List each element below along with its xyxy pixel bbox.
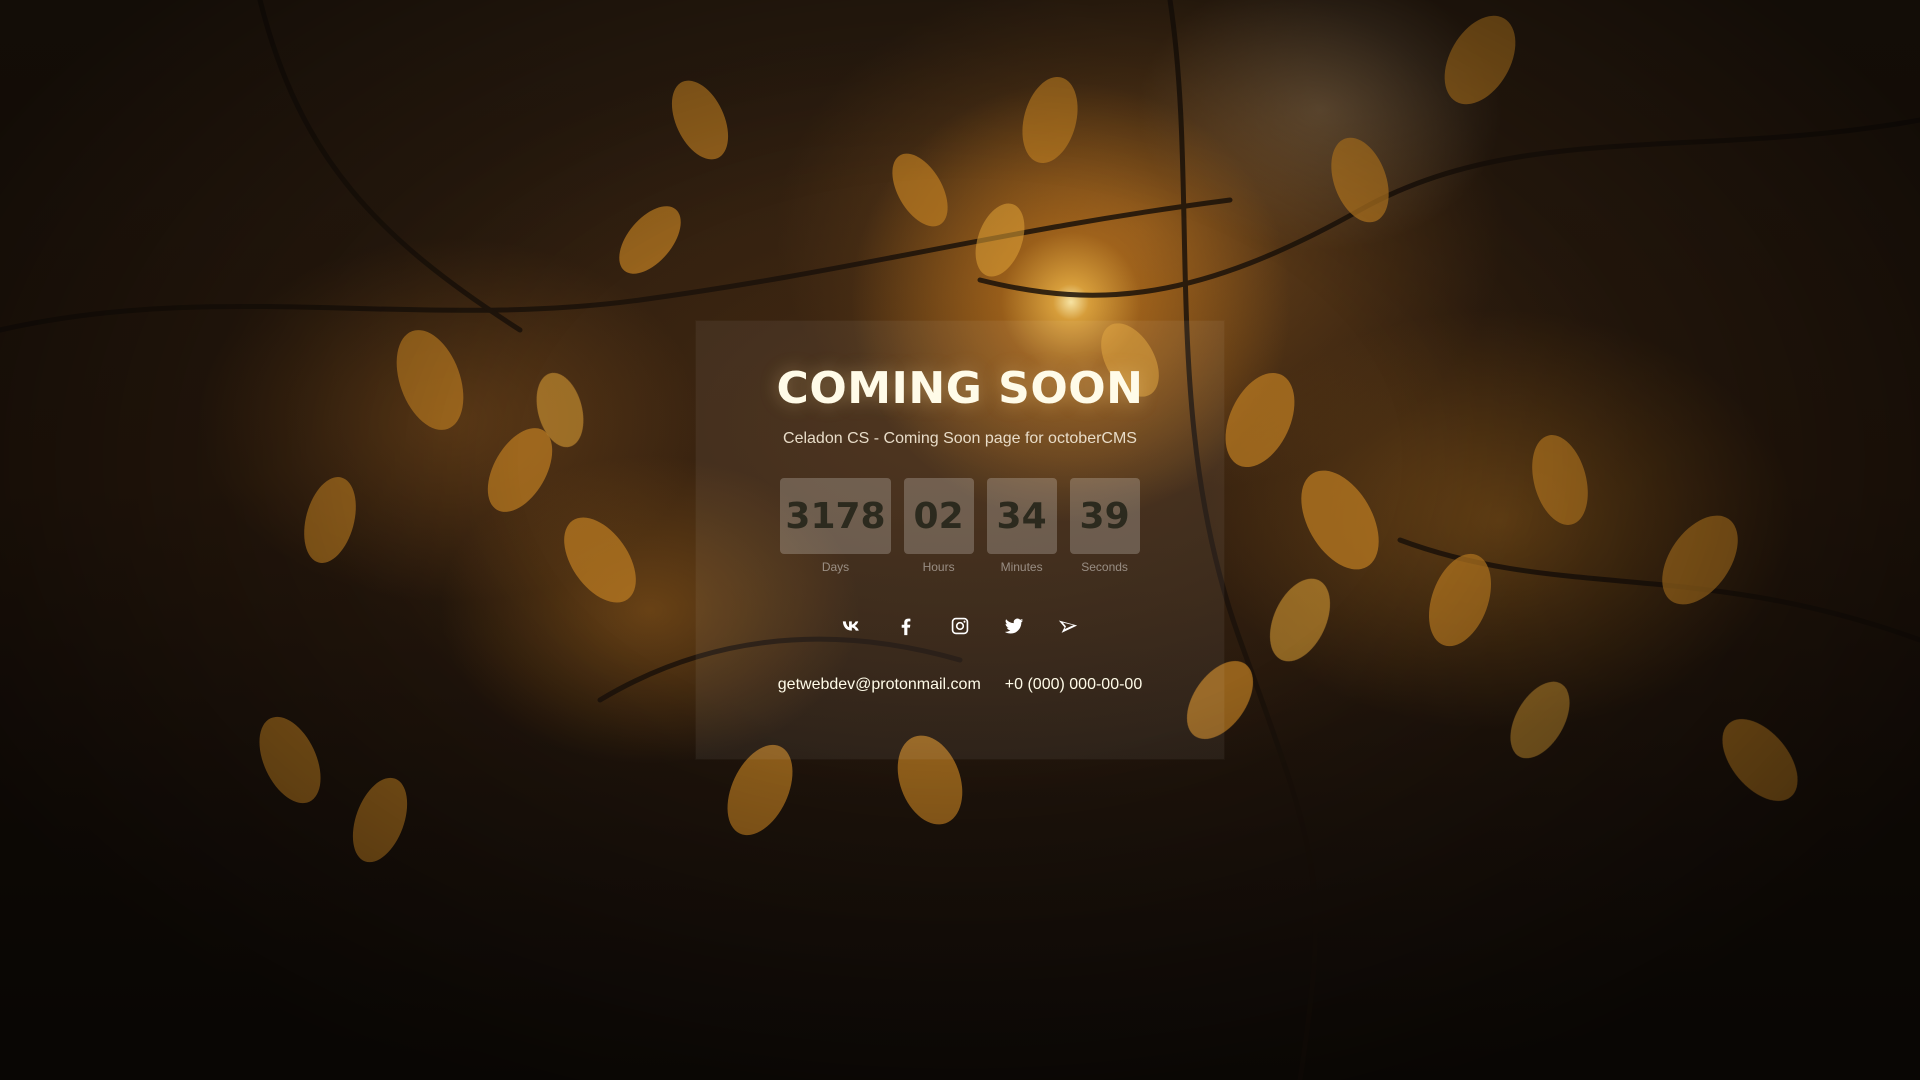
page-title: COMING SOON [776,363,1144,414]
countdown-hours: 02 Hours [903,478,974,574]
minutes-value: 34 [986,478,1057,554]
countdown-minutes: 34 Minutes [986,478,1057,574]
countdown-timer: 3178 Days 02 Hours 34 Minutes 39 Seconds [696,478,1224,574]
vk-icon[interactable] [838,612,866,640]
phone-link[interactable]: +0 (000) 000-00-00 [1005,676,1142,694]
email-link[interactable]: getwebdev@protonmail.com [778,676,981,694]
paper-plane-icon[interactable] [1054,612,1082,640]
countdown-days: 3178 Days [780,478,891,574]
countdown-seconds: 39 Seconds [1069,478,1140,574]
hours-label: Hours [922,560,955,574]
facebook-icon[interactable] [892,612,920,640]
contact-info: getwebdev@protonmail.com +0 (000) 000-00… [696,676,1224,694]
seconds-label: Seconds [1081,560,1128,574]
seconds-value: 39 [1069,478,1140,554]
coming-soon-card: COMING SOON Celadon CS - Coming Soon pag… [696,321,1224,694]
social-links [696,612,1224,640]
days-value: 3178 [780,478,891,554]
twitter-icon[interactable] [1000,612,1028,640]
instagram-icon[interactable] [946,612,974,640]
hours-value: 02 [903,478,974,554]
days-label: Days [821,560,850,574]
minutes-label: Minutes [1000,560,1043,574]
page-subtitle: Celadon CS - Coming Soon page for octobe… [783,430,1137,447]
